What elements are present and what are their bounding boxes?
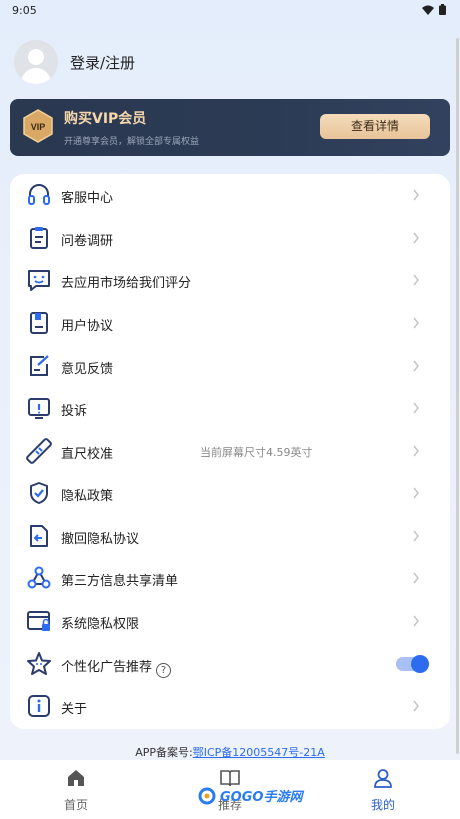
- menu-label: 用户协议: [61, 319, 114, 334]
- battery-icon: [439, 4, 446, 15]
- chevron-right-icon: [413, 700, 419, 712]
- menu-label: 意见反馈: [61, 362, 114, 377]
- wifi-icon: [422, 5, 434, 15]
- menu-item-user-agreement[interactable]: 用户协议: [10, 302, 450, 344]
- gogo-watermark: GOGO手游网: [198, 786, 302, 805]
- chevron-right-icon: [413, 572, 419, 584]
- menu-label: 撤回隐私协议: [61, 532, 140, 547]
- vip-subtitle: 开通尊享会员，解锁全部专属权益: [64, 137, 200, 147]
- chevron-right-icon: [413, 274, 419, 286]
- edit-note-icon: [30, 355, 49, 376]
- user-icon: [374, 769, 392, 788]
- tab-label: 我的: [370, 798, 395, 812]
- report-icon: [28, 398, 50, 419]
- menu-item-complaint[interactable]: 投诉: [10, 387, 450, 429]
- menu-label: 隐私政策: [61, 489, 114, 504]
- smile-chat-icon: [28, 270, 50, 291]
- profile-login[interactable]: 登录/注册: [14, 40, 135, 84]
- menu-label: 个性化广告推荐?: [61, 656, 172, 678]
- tab-label: 首页: [63, 798, 88, 812]
- headset-icon: [28, 184, 50, 205]
- watermark-text: GOGO手游网: [220, 790, 303, 805]
- menu-label: 问卷调研: [61, 234, 114, 249]
- personalized-ads-toggle[interactable]: [396, 655, 429, 673]
- chevron-right-icon: [413, 402, 419, 414]
- menu-item-customer-service[interactable]: 客服中心: [10, 174, 450, 216]
- menu-label: 系统隐私权限: [61, 617, 140, 632]
- menu-label: 客服中心: [61, 191, 114, 206]
- menu-item-rate-app[interactable]: 去应用市场给我们评分: [10, 259, 450, 301]
- shield-check-icon: [30, 482, 48, 504]
- share-nodes-icon: [27, 566, 51, 589]
- vip-title: 购买VIP会员: [64, 111, 147, 127]
- status-time: 9:05: [12, 4, 37, 17]
- chevron-right-icon: [413, 360, 419, 372]
- help-icon[interactable]: ?: [156, 663, 172, 678]
- book-icon: [220, 770, 240, 787]
- menu-item-personalized-ads: 个性化广告推荐?: [10, 643, 450, 685]
- menu-label: 第三方信息共享清单: [61, 574, 179, 589]
- menu-item-revoke-privacy[interactable]: 撤回隐私协议: [10, 515, 450, 557]
- vip-badge-icon: VIP: [23, 109, 53, 143]
- menu-item-feedback[interactable]: 意见反馈: [10, 345, 450, 387]
- menu-item-system-privacy[interactable]: 系统隐私权限: [10, 600, 450, 642]
- icp-prefix: APP备案号:: [135, 746, 193, 759]
- chevron-right-icon: [413, 232, 419, 244]
- chevron-right-icon: [413, 530, 419, 542]
- chevron-right-icon: [413, 445, 419, 457]
- chevron-right-icon: [413, 317, 419, 329]
- document-icon: [30, 312, 48, 334]
- bottom-tab-bar: 首页 推荐 我的 GOGO手游网: [0, 760, 460, 819]
- status-bar: 9:05: [0, 0, 460, 22]
- home-icon: [68, 770, 84, 786]
- screen-size-value: 当前屏幕尺寸4.59英寸: [200, 446, 313, 459]
- avatar: [14, 40, 58, 84]
- menu-item-about[interactable]: 关于: [10, 685, 450, 727]
- svg-text:VIP: VIP: [31, 122, 46, 132]
- vip-details-button[interactable]: 查看详情: [320, 114, 430, 139]
- menu-item-privacy-policy[interactable]: 隐私政策: [10, 472, 450, 514]
- gogo-logo-icon: [198, 787, 216, 804]
- star-face-icon: [27, 652, 51, 675]
- chevron-right-icon: [413, 615, 419, 627]
- menu-item-third-party-sharing[interactable]: 第三方信息共享清单: [10, 557, 450, 599]
- ruler-icon: [26, 438, 52, 464]
- settings-menu: 客服中心 问卷调研 去应用市场给我们评分 用户协议 意见反馈 投诉 直尺校准 当…: [10, 174, 450, 729]
- tab-home[interactable]: 首页: [36, 768, 116, 813]
- info-icon: [28, 695, 50, 717]
- menu-item-survey[interactable]: 问卷调研: [10, 217, 450, 259]
- revoke-document-icon: [30, 525, 48, 547]
- window-lock-icon: [27, 611, 50, 631]
- tab-mine[interactable]: 我的: [343, 768, 423, 813]
- chevron-right-icon: [413, 189, 419, 201]
- menu-label: 投诉: [61, 404, 88, 419]
- menu-item-ruler-calibration[interactable]: 直尺校准 当前屏幕尺寸4.59英寸: [10, 430, 450, 472]
- menu-label: 关于: [61, 702, 88, 717]
- menu-label: 直尺校准: [61, 447, 114, 462]
- login-register-label: 登录/注册: [70, 53, 136, 72]
- icp-link[interactable]: 鄂ICP备12005547号-21A: [193, 746, 325, 759]
- chevron-right-icon: [413, 487, 419, 499]
- vip-banner[interactable]: VIP 购买VIP会员 开通尊享会员，解锁全部专属权益 查看详情: [10, 99, 450, 156]
- scrollbar[interactable]: [456, 38, 459, 754]
- menu-label: 去应用市场给我们评分: [61, 276, 192, 291]
- clipboard-icon: [30, 227, 48, 249]
- icp-record: APP备案号:鄂ICP备12005547号-21A: [0, 744, 460, 760]
